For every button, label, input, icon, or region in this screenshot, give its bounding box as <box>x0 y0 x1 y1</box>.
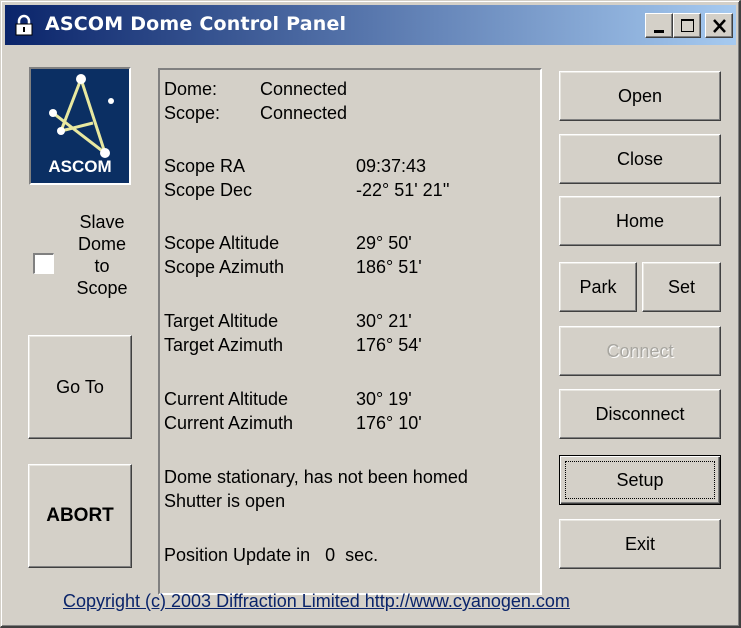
goto-button[interactable]: Go To <box>28 335 132 439</box>
scope-ra-value: 09:37:43 <box>356 156 427 176</box>
scope-ra-label: Scope RA <box>164 156 246 176</box>
window-title: ASCOM Dome Control Panel <box>45 13 347 35</box>
title-bar[interactable]: ASCOM Dome Control Panel <box>5 5 736 45</box>
maximize-button[interactable] <box>673 13 701 38</box>
current-azimuth-value: 176° 10' <box>356 413 422 433</box>
current-azimuth-label: Current Azimuth <box>164 413 294 433</box>
connect-button[interactable]: Connect <box>559 326 721 376</box>
scope-label: Scope: <box>164 103 221 123</box>
maximize-icon <box>681 19 694 32</box>
scope-altitude-value: 29° 50' <box>356 233 412 253</box>
slave-dome-checkbox[interactable] <box>33 253 54 274</box>
star-constellation-icon <box>49 74 114 158</box>
close-button[interactable]: Close <box>559 134 721 184</box>
scope-status: Connected <box>260 103 348 123</box>
home-button[interactable]: Home <box>559 196 721 246</box>
position-update-text: Position Update in 0 sec. <box>164 545 379 565</box>
dome-label: Dome: <box>164 79 218 99</box>
disconnect-button[interactable]: Disconnect <box>559 389 721 439</box>
dome-state-text: Dome stationary, has not been homed <box>164 467 468 487</box>
exit-button[interactable]: Exit <box>559 519 721 569</box>
target-altitude-label: Target Altitude <box>164 311 279 331</box>
logo-text: ASCOM <box>48 157 112 176</box>
target-azimuth-label: Target Azimuth <box>164 335 284 355</box>
dome-control-window: ASCOM Dome Control Panel ASCOM Slave Dom… <box>0 0 741 628</box>
minimize-button[interactable] <box>645 13 673 38</box>
minimize-icon <box>654 30 664 33</box>
current-altitude-value: 30° 19' <box>356 389 412 409</box>
target-altitude-value: 30° 21' <box>356 311 412 331</box>
scope-dec-value: -22° 51' 21'' <box>356 180 450 200</box>
park-button[interactable]: Park <box>559 262 637 312</box>
abort-button[interactable]: ABORT <box>28 464 132 568</box>
current-altitude-label: Current Altitude <box>164 389 289 409</box>
target-azimuth-value: 176° 54' <box>356 335 422 355</box>
focus-rectangle <box>565 461 715 499</box>
slave-dome-label: Slave Dome to Scope <box>76 212 128 298</box>
lock-icon <box>13 14 35 36</box>
scope-altitude-label: Scope Altitude <box>164 233 280 253</box>
ascom-logo: ASCOM <box>29 67 131 185</box>
close-icon <box>713 19 726 33</box>
open-button[interactable]: Open <box>559 71 721 121</box>
scope-dec-label: Scope Dec <box>164 180 253 200</box>
scope-azimuth-value: 186° 51' <box>356 257 422 277</box>
close-window-button[interactable] <box>705 13 733 38</box>
scope-azimuth-label: Scope Azimuth <box>164 257 285 277</box>
dome-status: Connected <box>260 79 348 99</box>
shutter-state-text: Shutter is open <box>164 491 286 511</box>
status-panel: Dome: Connected Scope: Connected Scope R… <box>158 68 542 595</box>
set-button[interactable]: Set <box>642 262 721 312</box>
setup-button[interactable]: Setup <box>559 455 721 505</box>
copyright-link[interactable]: Copyright (c) 2003 Diffraction Limited h… <box>63 591 683 612</box>
